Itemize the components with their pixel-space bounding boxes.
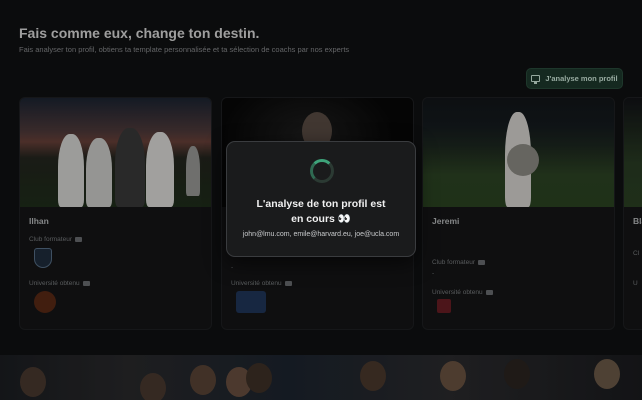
modal-title: L'analyse de ton profil est en cours 👀 — [256, 198, 386, 225]
analysis-in-progress-modal: L'analyse de ton profil est en cours 👀 j… — [226, 141, 416, 257]
page: Fais comme eux, change ton destin. Fais … — [0, 0, 642, 400]
modal-emails: john@lmu.com, emile@harvard.eu, joe@ucla… — [242, 231, 400, 238]
loading-spinner-icon — [310, 159, 334, 183]
